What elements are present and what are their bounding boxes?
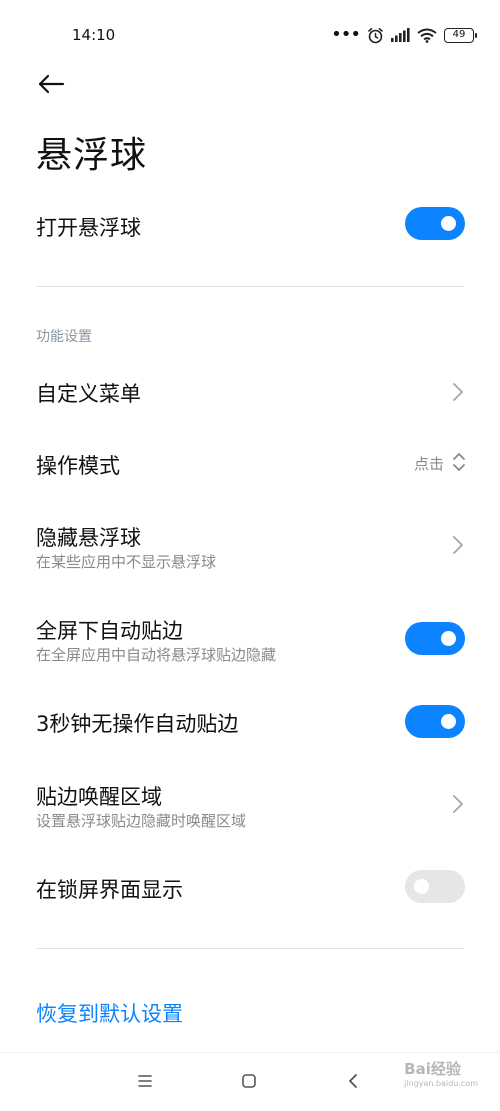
setting-row-operation-mode[interactable]: 操作模式 点击 xyxy=(0,442,500,486)
section-label: 功能设置 xyxy=(36,329,92,345)
signal-icon xyxy=(391,28,410,42)
setting-row-fullscreen-edge[interactable]: 全屏下自动贴边 在全屏应用中自动将悬浮球贴边隐藏 xyxy=(0,607,500,669)
toggle-knob xyxy=(441,714,456,729)
reset-defaults-link[interactable]: 恢复到默认设置 xyxy=(36,998,183,1028)
home-icon[interactable] xyxy=(241,1073,257,1089)
more-dots-icon: ••• xyxy=(331,24,361,45)
baidu-watermark: Bai经验 jingyan.baidu.com xyxy=(404,1058,478,1088)
watermark-sub: jingyan.baidu.com xyxy=(404,1079,478,1088)
watermark-text: Bai经验 xyxy=(404,1060,461,1078)
status-icons: ••• 49 xyxy=(331,24,477,45)
back-nav-icon[interactable] xyxy=(346,1073,362,1089)
idle-edge-toggle[interactable] xyxy=(405,705,465,738)
setting-title: 操作模式 xyxy=(36,454,120,478)
setting-subtitle: 在全屏应用中自动将悬浮球贴边隐藏 xyxy=(36,646,277,664)
chevron-right-icon xyxy=(453,536,463,554)
setting-subtitle: 设置悬浮球贴边隐藏时唤醒区域 xyxy=(36,812,247,830)
toggle-knob xyxy=(441,216,456,231)
main-toggle-label: 打开悬浮球 xyxy=(36,216,141,240)
chevron-right-icon xyxy=(453,795,463,813)
setting-title: 自定义菜单 xyxy=(36,382,141,406)
menu-icon[interactable] xyxy=(137,1073,153,1089)
divider xyxy=(36,286,464,287)
main-toggle-switch[interactable] xyxy=(405,207,465,240)
chevron-up-down-icon xyxy=(453,453,465,471)
setting-row-wake-area[interactable]: 贴边唤醒区域 设置悬浮球贴边隐藏时唤醒区域 xyxy=(0,773,500,835)
mode-value: 点击 xyxy=(413,455,444,473)
setting-title: 在锁屏界面显示 xyxy=(36,878,183,902)
setting-row-hide-ball[interactable]: 隐藏悬浮球 在某些应用中不显示悬浮球 xyxy=(0,514,500,576)
setting-title: 隐藏悬浮球 xyxy=(36,526,141,550)
page-title: 悬浮球 xyxy=(36,135,148,176)
alarm-icon xyxy=(368,27,383,43)
lockscreen-toggle[interactable] xyxy=(405,870,465,903)
battery-icon: 49 xyxy=(444,27,477,43)
status-bar: 14:10 ••• 49 xyxy=(0,0,500,70)
setting-row-idle-edge[interactable]: 3秒钟无操作自动贴边 xyxy=(0,699,500,743)
fullscreen-edge-toggle[interactable] xyxy=(405,622,465,655)
setting-title: 贴边唤醒区域 xyxy=(36,785,162,809)
divider xyxy=(36,948,464,949)
status-time: 14:10 xyxy=(72,26,116,44)
back-button[interactable] xyxy=(33,66,69,102)
main-toggle-row[interactable]: 打开悬浮球 xyxy=(0,200,500,250)
setting-title: 3秒钟无操作自动贴边 xyxy=(36,712,239,736)
toggle-knob xyxy=(414,879,429,894)
arrow-left-icon xyxy=(38,74,65,94)
chevron-right-icon xyxy=(453,383,463,401)
wifi-icon xyxy=(417,28,437,43)
setting-title: 全屏下自动贴边 xyxy=(36,619,183,643)
setting-row-lockscreen[interactable]: 在锁屏界面显示 xyxy=(0,865,500,909)
setting-subtitle: 在某些应用中不显示悬浮球 xyxy=(36,553,217,571)
setting-row-custom-menu[interactable]: 自定义菜单 xyxy=(0,370,500,414)
toggle-knob xyxy=(441,631,456,646)
